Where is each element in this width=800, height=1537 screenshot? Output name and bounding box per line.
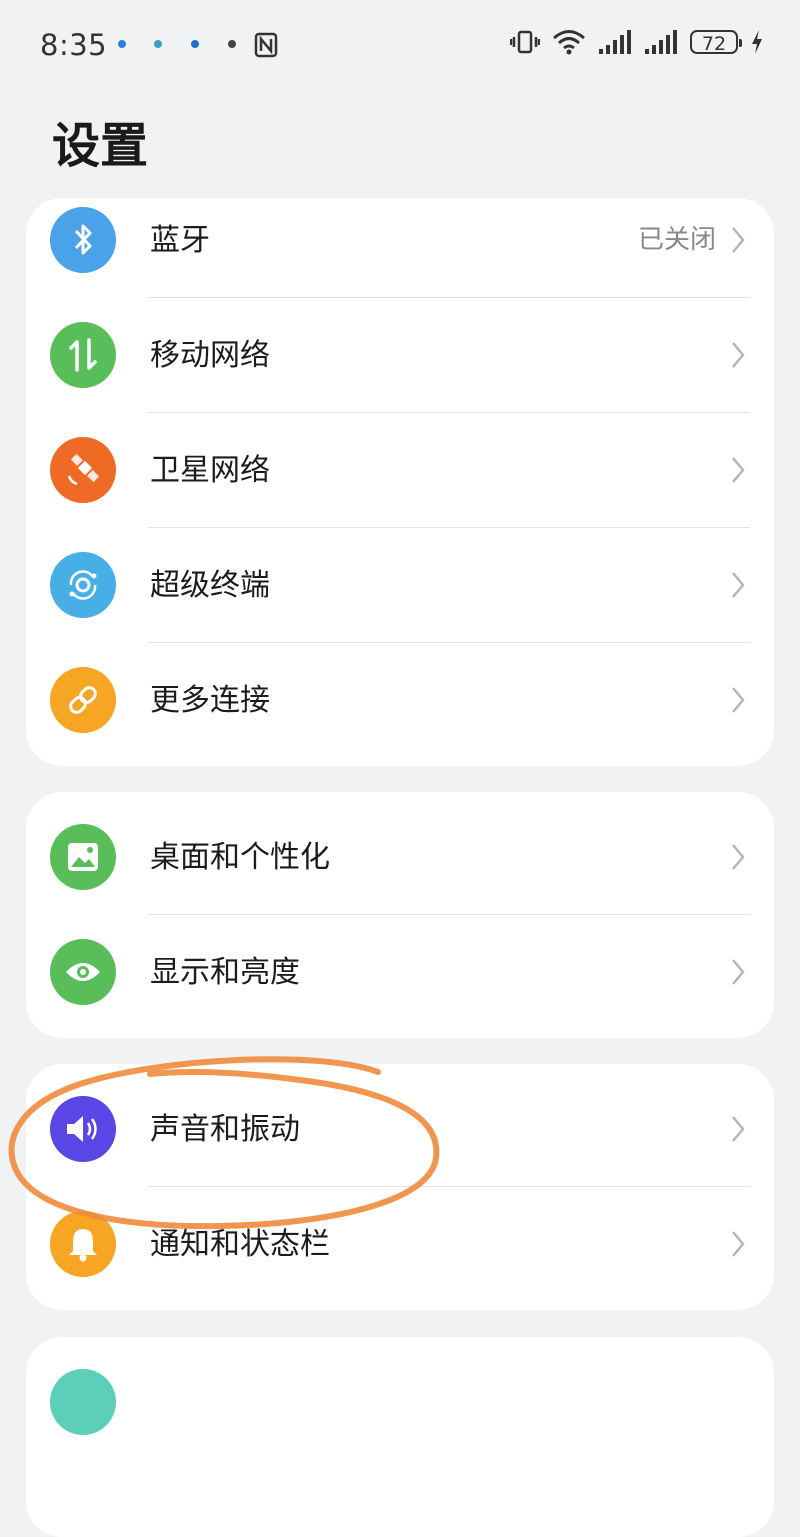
satellite-icon	[50, 437, 116, 503]
settings-item-icon	[50, 1369, 116, 1435]
settings-item-notifications[interactable]: 通知和状态栏	[26, 1187, 774, 1302]
chevron-right-icon	[732, 1116, 745, 1142]
settings-card-connectivity: 蓝牙 已关闭 移动网络 卫星网络 超级终端 更多连接	[26, 198, 774, 766]
battery-icon: 72	[690, 30, 742, 55]
notification-icon	[228, 40, 236, 48]
settings-item-satellite-network[interactable]: 卫星网络	[26, 413, 774, 528]
item-label: 更多连接	[150, 683, 270, 718]
notification-icon	[118, 40, 126, 48]
super-device-icon	[50, 552, 116, 618]
settings-item-mobile-network[interactable]: 移动网络	[26, 298, 774, 413]
settings-item-display-brightness[interactable]: 显示和亮度	[26, 915, 774, 1030]
status-bar: 8:35 72	[0, 0, 800, 92]
chevron-right-icon	[732, 959, 745, 985]
notification-icon	[191, 40, 199, 48]
item-label: 显示和亮度	[150, 955, 300, 990]
item-label: 桌面和个性化	[150, 840, 330, 875]
settings-item-partial[interactable]	[26, 1345, 774, 1460]
bluetooth-icon	[50, 207, 116, 273]
speaker-icon	[50, 1096, 116, 1162]
settings-card-partial	[26, 1337, 774, 1537]
settings-item-super-device[interactable]: 超级终端	[26, 528, 774, 643]
charging-icon	[752, 30, 762, 54]
eye-icon	[50, 939, 116, 1005]
chevron-right-icon	[732, 687, 745, 713]
chevron-right-icon	[732, 227, 745, 253]
settings-item-sound-vibration[interactable]: 声音和振动	[26, 1072, 774, 1187]
chevron-right-icon	[732, 457, 745, 483]
chevron-right-icon	[732, 844, 745, 870]
item-label: 蓝牙	[150, 223, 210, 258]
settings-card-sound: 声音和振动 通知和状态栏	[26, 1064, 774, 1310]
nfc-icon	[254, 32, 278, 58]
item-label: 卫星网络	[150, 453, 270, 488]
chevron-right-icon	[732, 572, 745, 598]
mobile-network-icon	[50, 322, 116, 388]
settings-item-more-connections[interactable]: 更多连接	[26, 643, 774, 758]
wifi-icon	[553, 30, 585, 55]
notification-icon	[154, 40, 162, 48]
item-label: 超级终端	[150, 568, 270, 603]
item-value: 已关闭	[637, 225, 716, 255]
bell-icon	[50, 1211, 116, 1277]
settings-item-bluetooth[interactable]: 蓝牙 已关闭	[26, 198, 774, 298]
signal-icon	[645, 30, 677, 54]
chevron-right-icon	[732, 1231, 745, 1257]
link-icon	[50, 667, 116, 733]
chevron-right-icon	[732, 342, 745, 368]
status-time: 8:35	[40, 28, 108, 62]
signal-icon	[599, 30, 631, 54]
item-label: 声音和振动	[150, 1112, 300, 1147]
vibrate-icon	[510, 30, 540, 54]
page-title: 设置	[52, 118, 149, 174]
item-label: 移动网络	[150, 338, 270, 373]
settings-item-home-screen[interactable]: 桌面和个性化	[26, 800, 774, 915]
item-label: 通知和状态栏	[150, 1227, 330, 1262]
settings-card-display: 桌面和个性化 显示和亮度	[26, 792, 774, 1038]
wallpaper-icon	[50, 824, 116, 890]
